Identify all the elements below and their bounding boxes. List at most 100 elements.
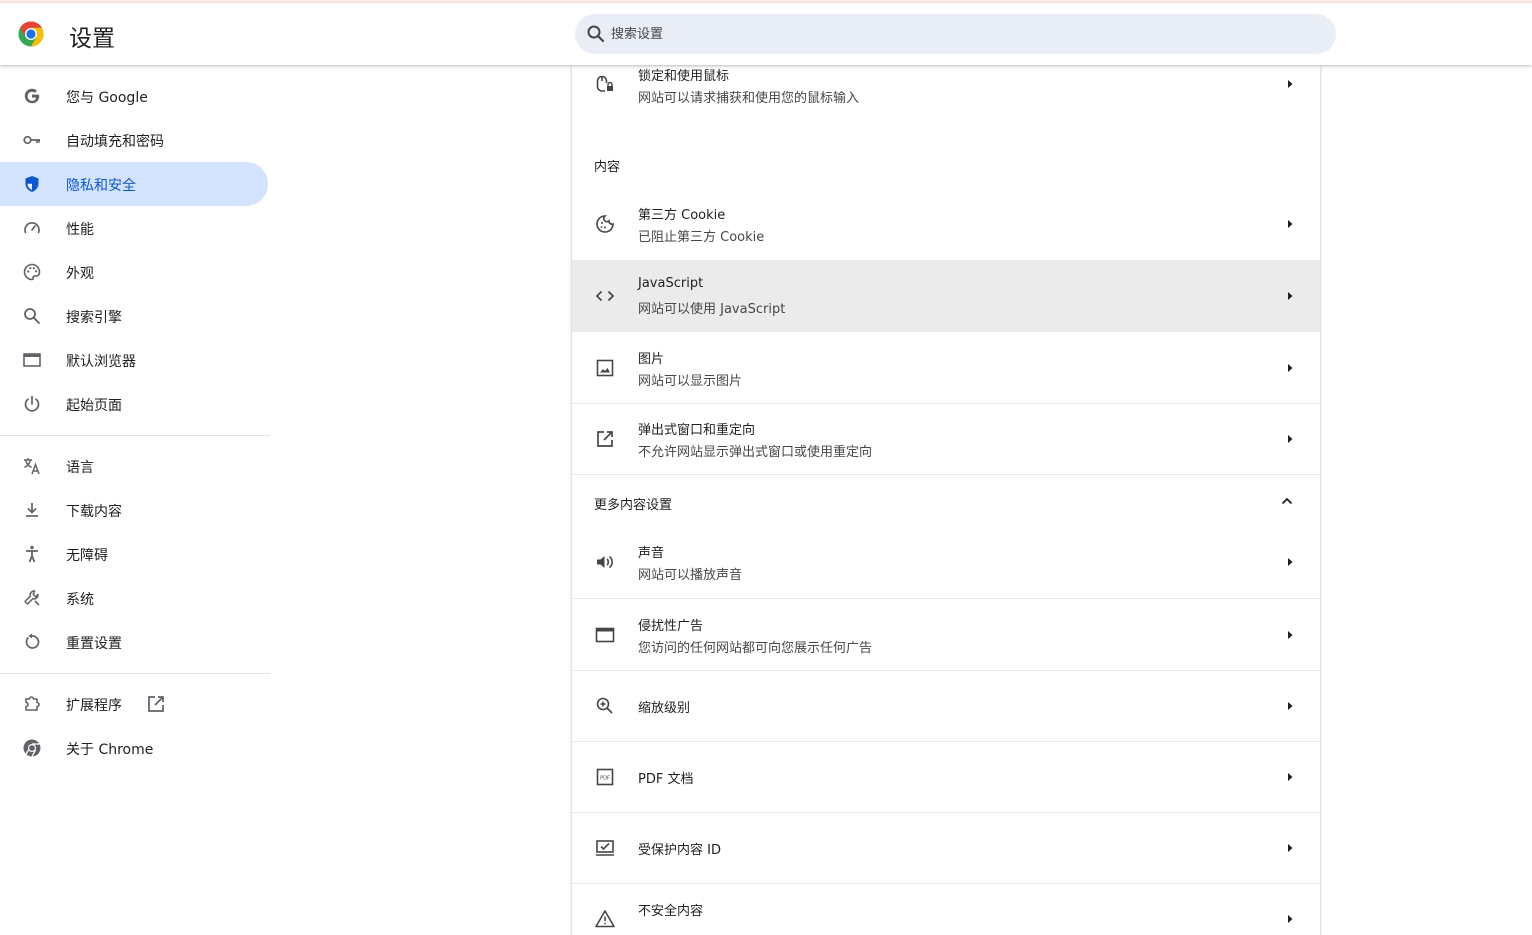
- ads-window-icon: [595, 627, 615, 643]
- sidebar-item-performance[interactable]: 性能: [0, 206, 268, 250]
- row-subtitle: 您访问的任何网站都可向您展示任何广告: [638, 641, 873, 656]
- sidebar-item-accessibility[interactable]: 无障碍: [0, 532, 268, 576]
- sidebar-item-reset[interactable]: 重置设置: [0, 620, 268, 664]
- sidebar-item-label: 重置设置: [66, 636, 122, 652]
- settings-header: 设置: [0, 3, 1532, 65]
- sidebar-item-languages[interactable]: 语言: [0, 444, 268, 488]
- row-title: 声音: [638, 546, 665, 561]
- search-icon[interactable]: [586, 24, 606, 44]
- sidebar-item-label: 性能: [66, 222, 94, 238]
- setting-row-third-party-cookies[interactable]: 第三方 Cookie 已阻止第三方 Cookie: [572, 189, 1320, 260]
- sidebar-item-label: 系统: [66, 592, 94, 608]
- cookie-icon: [596, 215, 614, 233]
- sidebar-item-about-chrome[interactable]: 关于 Chrome: [0, 726, 268, 770]
- sidebar-item-label: 语言: [66, 460, 94, 476]
- code-icon: [595, 290, 615, 302]
- row-title: 第三方 Cookie: [638, 208, 726, 223]
- puzzle-icon: [25, 696, 40, 711]
- row-title: 不安全内容: [638, 904, 704, 919]
- sidebar-item-label: 您与 Google: [66, 90, 148, 106]
- row-title: PDF 文档: [638, 772, 694, 787]
- sidebar-item-search-engine[interactable]: 搜索引擎: [0, 294, 268, 338]
- sidebar-item-default-browser[interactable]: 默认浏览器: [0, 338, 268, 382]
- sidebar-item-label: 下载内容: [66, 504, 122, 520]
- sidebar-divider: [0, 673, 270, 674]
- setting-row-javascript[interactable]: JavaScript 网站可以使用 JavaScript: [572, 260, 1320, 331]
- row-title: 缩放级别: [638, 701, 691, 716]
- open-in-new-icon[interactable]: [146, 694, 166, 714]
- more-content-settings-toggle[interactable]: 更多内容设置: [572, 474, 1320, 527]
- sidebar-item-label: 搜索引擎: [66, 310, 122, 326]
- sidebar-item-label: 起始页面: [66, 398, 122, 414]
- sidebar-item-system[interactable]: 系统: [0, 576, 268, 620]
- search-box[interactable]: [575, 14, 1336, 54]
- sidebar-item-privacy[interactable]: 隐私和安全: [0, 162, 268, 206]
- arrow-right-icon: [1288, 631, 1293, 639]
- setting-row-pdf[interactable]: PDF PDF 文档: [572, 741, 1320, 812]
- sidebar-item-you-and-google[interactable]: 您与 Google: [0, 74, 268, 118]
- arrow-right-icon: [1288, 915, 1293, 923]
- arrow-right-icon: [1288, 702, 1293, 710]
- setting-row-zoom-levels[interactable]: 缩放级别: [572, 670, 1320, 741]
- open-in-new-icon: [597, 431, 613, 447]
- site-settings-card: 锁定和使用鼠标 网站可以请求捕获和使用您的鼠标输入 内容 第三方 Cookie …: [572, 65, 1320, 935]
- search-input[interactable]: [611, 14, 1311, 54]
- row-subtitle: 网站可以显示图片: [638, 374, 743, 389]
- sidebar-item-downloads[interactable]: 下载内容: [0, 488, 268, 532]
- sidebar-item-label: 自动填充和密码: [66, 134, 164, 150]
- setting-row-sound[interactable]: 声音 网站可以播放声音: [572, 527, 1320, 598]
- sidebar-item-label: 默认浏览器: [66, 354, 136, 370]
- row-title: JavaScript: [638, 276, 704, 291]
- arrow-right-icon: [1288, 558, 1293, 566]
- mouse-lock-icon: [596, 75, 613, 92]
- sidebar-item-label: 外观: [66, 266, 94, 282]
- arrow-right-icon: [1288, 292, 1293, 300]
- zoom-in-icon: [596, 697, 613, 714]
- sidebar-nav: 您与 Google 自动填充和密码 隐私和安全 性能 外观 搜索引擎 默认浏览器…: [0, 74, 270, 770]
- sidebar-item-startup[interactable]: 起始页面: [0, 382, 268, 426]
- page-title: 设置: [69, 26, 115, 52]
- row-title: 图片: [638, 352, 665, 367]
- palette-icon: [23, 263, 41, 281]
- protected-content-icon: [596, 840, 614, 856]
- wrench-icon: [24, 590, 40, 606]
- setting-row-intrusive-ads[interactable]: 侵扰性广告 您访问的任何网站都可向您展示任何广告: [572, 598, 1320, 670]
- sidebar-item-label: 无障碍: [66, 548, 108, 564]
- sidebar-item-label: 扩展程序: [66, 698, 122, 714]
- sidebar-item-label: 关于 Chrome: [66, 742, 154, 758]
- section-header-content: 内容: [572, 118, 1320, 189]
- setting-row-mouse-lock[interactable]: 锁定和使用鼠标 网站可以请求捕获和使用您的鼠标输入: [572, 65, 1320, 118]
- svg-text:PDF: PDF: [600, 775, 610, 781]
- google-g-icon: [24, 88, 40, 104]
- power-icon: [24, 395, 40, 412]
- browser-window-icon: [23, 353, 41, 367]
- download-icon: [26, 503, 38, 517]
- sidebar-divider: [0, 435, 270, 436]
- chrome-icon: [23, 739, 41, 757]
- section-title: 内容: [594, 160, 621, 175]
- arrow-right-icon: [1288, 773, 1293, 781]
- sidebar-item-label: 隐私和安全: [66, 178, 136, 194]
- translate-icon: [24, 458, 40, 475]
- image-icon: [596, 359, 614, 377]
- arrow-right-icon: [1288, 435, 1293, 443]
- search-icon: [24, 308, 40, 324]
- sidebar-item-appearance[interactable]: 外观: [0, 250, 268, 294]
- section-title: 更多内容设置: [594, 498, 673, 513]
- setting-row-popups[interactable]: 弹出式窗口和重定向 不允许网站显示弹出式窗口或使用重定向: [572, 403, 1320, 474]
- volume-icon: [597, 555, 613, 569]
- row-subtitle: 网站可以请求捕获和使用您的鼠标输入: [638, 91, 860, 106]
- chevron-up-icon[interactable]: [1281, 495, 1293, 507]
- key-icon: [23, 135, 40, 145]
- sidebar-item-extensions[interactable]: 扩展程序: [0, 682, 268, 726]
- setting-row-protected-content[interactable]: 受保护内容 ID: [572, 812, 1320, 883]
- accessibility-icon: [26, 545, 38, 563]
- row-subtitle: 网站可以播放声音: [638, 568, 743, 583]
- sidebar-item-autofill[interactable]: 自动填充和密码: [0, 118, 268, 162]
- setting-row-images[interactable]: 图片 网站可以显示图片: [572, 331, 1320, 403]
- setting-row-insecure-content[interactable]: 不安全内容: [572, 883, 1320, 935]
- chrome-logo-icon: [18, 21, 44, 47]
- pdf-icon: PDF: [596, 768, 614, 786]
- row-title: 侵扰性广告: [638, 619, 704, 634]
- row-subtitle: 不允许网站显示弹出式窗口或使用重定向: [638, 445, 873, 460]
